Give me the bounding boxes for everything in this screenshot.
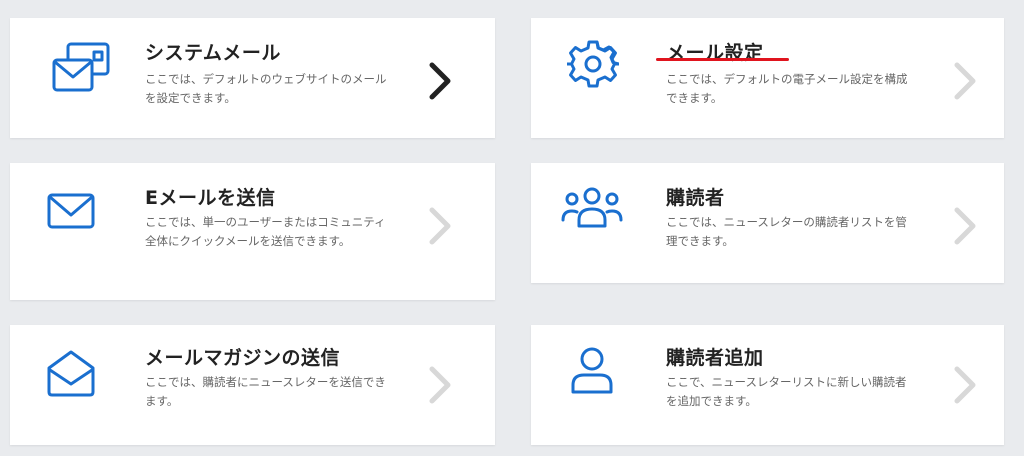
card-system-mail[interactable]: システムメール ここでは、デフォルトのウェブサイトのメールを設定できます。 xyxy=(10,18,495,138)
card-description: ここでは、単一のユーザーまたはコミュニティ全体にクイックメールを送信できます。 xyxy=(145,215,386,248)
chevron-right-icon[interactable] xyxy=(945,56,985,106)
chevron-right-icon[interactable] xyxy=(945,360,985,410)
gear-icon xyxy=(560,34,626,94)
card-title: 購読者 xyxy=(666,187,725,209)
card-title: システムメール xyxy=(145,42,281,64)
envelope-icon xyxy=(38,181,104,241)
card-title: 購読者追加 xyxy=(666,347,764,369)
card-description: ここで、ニュースレターリストに新しい購読者を追加できます。 xyxy=(666,375,907,408)
card-send-newsletter[interactable]: メールマガジンの送信 ここでは、購読者にニュースレターを送信できます。 xyxy=(10,325,495,445)
users-group-icon xyxy=(559,177,625,237)
chevron-right-icon[interactable] xyxy=(420,56,460,106)
card-description: ここでは、デフォルトのウェブサイトのメールを設定できます。 xyxy=(145,72,387,105)
card-mail-settings[interactable]: メール設定 ここでは、デフォルトの電子メール設定を構成できます。 xyxy=(531,18,1004,138)
card-title: Eメールを送信 xyxy=(145,187,276,209)
card-add-subscriber[interactable]: 購読者追加 ここで、ニュースレターリストに新しい購読者を追加できます。 xyxy=(531,325,1004,445)
system-mail-icon xyxy=(48,38,114,98)
chevron-right-icon[interactable] xyxy=(945,201,985,251)
card-send-email[interactable]: Eメールを送信 ここでは、単一のユーザーまたはコミュニティ全体にクイックメールを… xyxy=(10,163,495,300)
chevron-right-icon[interactable] xyxy=(420,360,460,410)
open-envelope-icon xyxy=(38,343,104,403)
title-highlight-underline xyxy=(656,58,789,61)
card-subscribers[interactable]: 購読者 ここでは、ニュースレターの購読者リストを管理できます。 xyxy=(531,163,1004,283)
card-description: ここでは、ニュースレターの購読者リストを管理できます。 xyxy=(666,215,907,248)
chevron-right-icon[interactable] xyxy=(420,201,460,251)
card-description: ここでは、購読者にニュースレターを送信できます。 xyxy=(145,375,386,408)
user-icon xyxy=(559,341,625,401)
card-title: メールマガジンの送信 xyxy=(145,347,341,369)
card-description: ここでは、デフォルトの電子メール設定を構成できます。 xyxy=(666,72,908,105)
